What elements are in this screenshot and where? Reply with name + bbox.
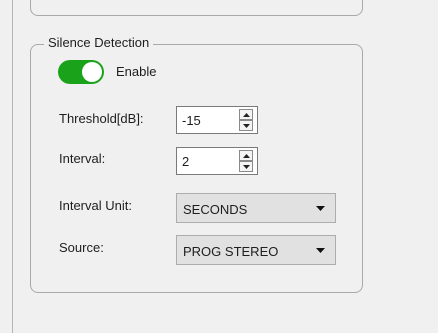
interval-increment-button[interactable]	[239, 150, 253, 161]
enable-toggle[interactable]	[58, 60, 104, 84]
triangle-down-icon	[242, 123, 250, 128]
threshold-label: Threshold[dB]:	[59, 111, 144, 126]
source-label: Source:	[59, 240, 104, 255]
threshold-spinner[interactable]: -15	[176, 106, 258, 134]
previous-group-box	[30, 0, 363, 16]
source-select[interactable]: PROG STEREO	[176, 235, 336, 265]
threshold-value[interactable]: -15	[182, 113, 201, 128]
interval-label: Interval:	[59, 151, 106, 166]
interval-value[interactable]: 2	[182, 154, 189, 169]
interval-decrement-button[interactable]	[239, 161, 253, 172]
interval-unit-select[interactable]: SECONDS	[176, 193, 336, 223]
chevron-down-icon	[316, 206, 325, 211]
threshold-decrement-button[interactable]	[239, 120, 253, 131]
triangle-up-icon	[242, 112, 250, 117]
interval-unit-label: Interval Unit:	[59, 198, 132, 213]
triangle-down-icon	[242, 164, 250, 169]
triangle-up-icon	[242, 153, 250, 158]
interval-spinner[interactable]: 2	[176, 147, 258, 175]
interval-unit-value: SECONDS	[183, 202, 248, 217]
enable-label: Enable	[116, 64, 157, 79]
toggle-knob	[82, 62, 102, 82]
panel-divider	[12, 0, 13, 333]
source-value: PROG STEREO	[183, 244, 279, 259]
chevron-down-icon	[316, 248, 325, 253]
threshold-increment-button[interactable]	[239, 109, 253, 120]
group-title: Silence Detection	[44, 35, 154, 50]
